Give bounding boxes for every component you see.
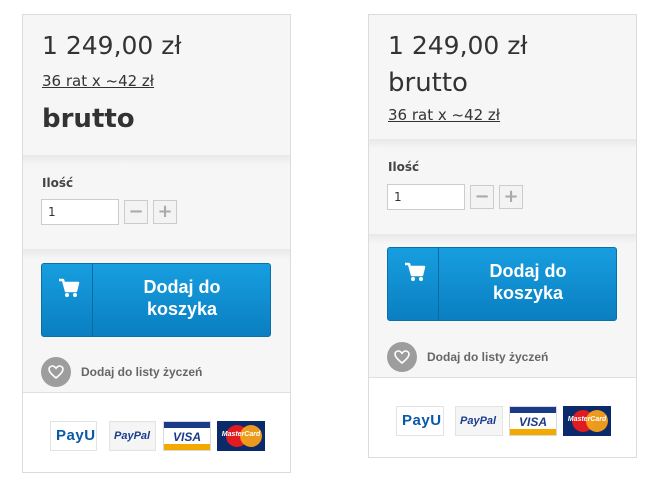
price-suffix: brutto	[388, 68, 468, 98]
quantity-label: Ilość	[388, 160, 420, 174]
heart-icon	[387, 342, 417, 372]
heart-icon	[41, 357, 71, 387]
mastercard-logo: MasterCard	[563, 406, 611, 436]
price: 1 249,00 zł	[388, 31, 528, 60]
quantity-decrement-button[interactable]: −	[470, 185, 494, 209]
quantity-label: Ilość	[42, 176, 74, 190]
wishlist-label: Dodaj do listy życzeń	[427, 350, 549, 364]
divider	[23, 249, 290, 259]
installments-link[interactable]: 36 rat x ~42 zł	[388, 106, 500, 124]
paypal-logo: PayPal	[455, 406, 503, 436]
product-buy-panel-1: 1 249,00 zł 36 rat x ~42 zł brutto Ilość…	[22, 14, 291, 473]
visa-logo: VISA	[163, 421, 211, 451]
payu-logo: PayU	[50, 421, 97, 451]
product-buy-panel-2: 1 249,00 zł brutto 36 rat x ~42 zł Ilość…	[368, 14, 637, 458]
add-to-cart-button[interactable]: Dodaj do koszyka	[41, 263, 271, 337]
installments-link[interactable]: 36 rat x ~42 zł	[42, 72, 154, 90]
price-suffix: brutto	[42, 104, 135, 134]
divider	[369, 234, 636, 244]
cart-icon	[42, 264, 93, 336]
payment-methods: PayU PayPal VISA MasterCard	[369, 377, 636, 457]
price: 1 249,00 zł	[42, 31, 182, 60]
quantity-input[interactable]	[387, 184, 465, 210]
add-to-cart-button[interactable]: Dodaj do koszyka	[387, 247, 617, 321]
quantity-increment-button[interactable]: +	[153, 200, 177, 224]
quantity-decrement-button[interactable]: −	[124, 200, 148, 224]
payu-logo: PayU	[396, 406, 444, 436]
add-to-cart-label: Dodaj do koszyka	[143, 277, 221, 319]
add-to-cart-label: Dodaj do koszyka	[489, 261, 567, 303]
divider	[23, 155, 290, 165]
wishlist-label: Dodaj do listy życzeń	[81, 365, 203, 379]
mastercard-logo: MasterCard	[217, 421, 265, 451]
quantity-increment-button[interactable]: +	[499, 185, 523, 209]
paypal-logo: PayPal	[109, 421, 156, 451]
visa-logo: VISA	[509, 406, 557, 436]
payment-methods: PayU PayPal VISA MasterCard	[23, 392, 290, 472]
cart-icon	[388, 248, 439, 320]
divider	[369, 139, 636, 149]
quantity-input[interactable]	[41, 199, 119, 225]
